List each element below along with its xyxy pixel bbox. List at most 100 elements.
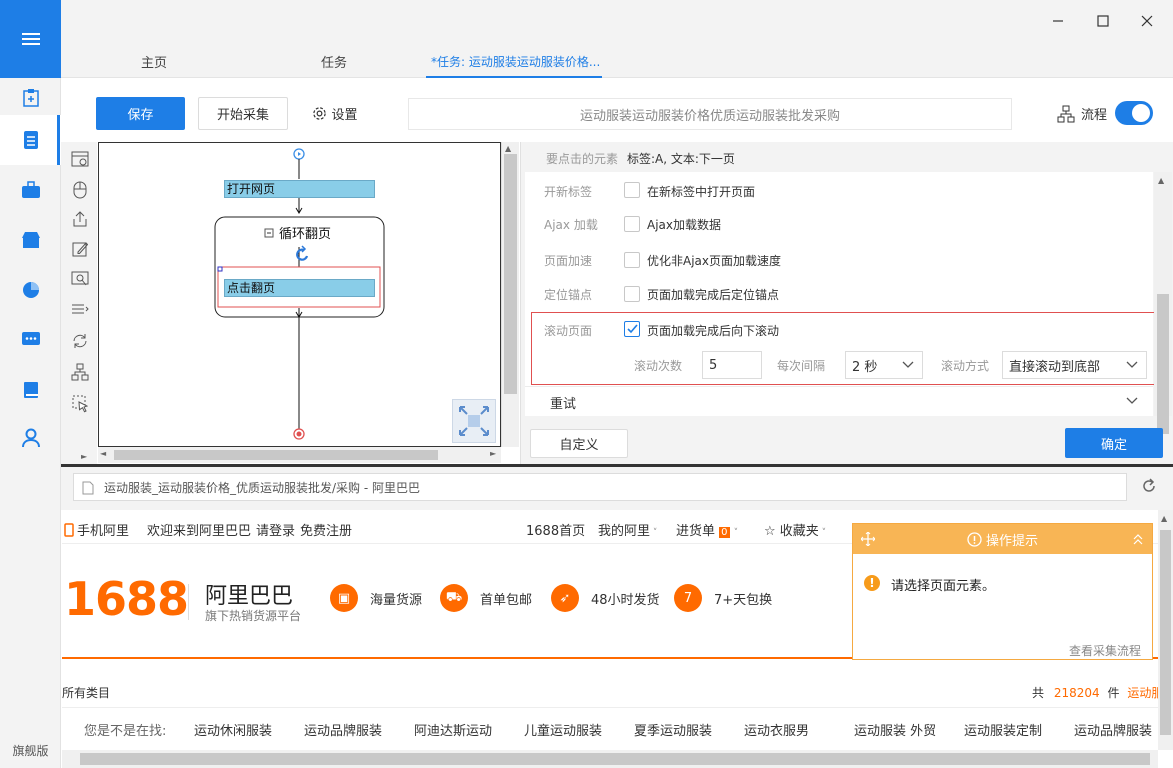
message-icon[interactable] [0, 320, 61, 360]
web-scrollbar-h[interactable] [62, 750, 1158, 768]
close-icon[interactable] [1132, 8, 1162, 34]
method-select[interactable]: 直接滚动到底部 [1002, 351, 1147, 379]
user-icon[interactable] [0, 418, 61, 458]
web-scrollbar-v[interactable]: ▲ [1158, 510, 1173, 750]
suggestion-item[interactable]: 运动服装定制 [964, 720, 1042, 739]
home-link[interactable]: 1688首页 [526, 520, 585, 539]
chevron-down-icon [1126, 361, 1138, 368]
ajax-text: Ajax加载数据 [647, 218, 721, 232]
speedup-text: 优化非Ajax页面加载速度 [647, 254, 781, 268]
flow-node-loop-page[interactable]: 循环翻页 [279, 223, 331, 242]
star-icon: ☆ [764, 524, 776, 539]
move-icon[interactable] [861, 532, 875, 546]
custom-button[interactable]: 自定义 [530, 429, 628, 458]
logo-subtitle: 旗下热销货源平台 [205, 609, 302, 623]
tip-header[interactable]: 操作提示 [853, 524, 1152, 554]
feature-label: 首单包邮 [480, 592, 533, 608]
scroll-count-input[interactable]: 5 [702, 351, 762, 379]
all-categories[interactable]: 所有类目 [62, 684, 110, 701]
tab-current-task[interactable]: *任务: 运动服装运动服装价格... [431, 53, 600, 70]
stock-badge: 0 [719, 527, 730, 538]
speedup-checkbox[interactable] [624, 252, 640, 268]
scroll-count-label: 滚动次数 [634, 359, 683, 373]
add-step-icon[interactable] [69, 148, 91, 170]
menu-icon[interactable] [0, 0, 61, 78]
suggestion-item[interactable]: 运动休闲服装 [194, 720, 272, 739]
result-count: 共 218204 件 运动服 [1032, 684, 1158, 701]
input-text-icon[interactable] [69, 238, 91, 260]
task-list-icon[interactable] [0, 115, 61, 165]
feature-label: 48小时发货 [591, 592, 660, 608]
minimize-icon[interactable] [1043, 8, 1073, 34]
settings-button[interactable]: 设置 [302, 97, 368, 130]
tab-home[interactable]: 主页 [141, 52, 167, 71]
store-icon[interactable] [0, 220, 61, 260]
ajax-checkbox[interactable] [624, 216, 640, 232]
flow-tools: ► [61, 142, 97, 464]
scroll-text: 页面加载完成后向下滚动 [647, 324, 780, 338]
branch-icon[interactable] [69, 361, 91, 383]
captcha-icon[interactable] [69, 268, 91, 290]
ajax-label: Ajax 加载 [544, 218, 598, 232]
chevron-down-icon [902, 361, 914, 368]
flow-node-click-page[interactable]: 点击翻页 [224, 279, 375, 297]
suggestion-item[interactable]: 阿迪达斯运动 [414, 720, 492, 739]
info-icon [967, 531, 982, 547]
tip-popup: 操作提示 ! 请选择页面元素。 查看采集流程 [852, 523, 1153, 660]
flow-toggle[interactable] [1115, 101, 1153, 125]
logo-1688[interactable]: 1688 [64, 572, 189, 626]
new-task-icon[interactable] [0, 78, 61, 118]
export-icon[interactable] [69, 208, 91, 230]
my-ali-link[interactable]: 我的阿里 ˅ [598, 520, 657, 539]
flow-node-open-page[interactable]: 打开网页 [224, 180, 375, 198]
collapse-icon[interactable] [1132, 533, 1144, 545]
retry-row[interactable]: 重试 [525, 386, 1153, 416]
flow-canvas[interactable]: 打开网页 循环翻页 点击翻页 [98, 142, 501, 447]
truck-icon: ⛟ [440, 584, 468, 612]
book-icon[interactable] [0, 370, 61, 410]
stock-link[interactable]: 进货单 0 ˅ [676, 520, 738, 539]
canvas-scrollbar-h[interactable]: ◄ ► [98, 447, 501, 463]
interval-label: 每次间隔 [777, 359, 826, 373]
address-bar[interactable]: 运动服装_运动服装价格_优质运动服装批发/采购 - 阿里巴巴 [73, 473, 1127, 501]
login-link[interactable]: 请登录 [256, 520, 295, 539]
box-icon: ▣ [330, 584, 358, 612]
interval-value: 2 秒 [852, 359, 878, 375]
chart-pie-icon[interactable] [0, 270, 61, 310]
refresh-icon[interactable] [1141, 478, 1157, 497]
maximize-icon[interactable] [1088, 8, 1118, 34]
suggestion-item[interactable]: 运动衣服男 [744, 720, 809, 739]
mouse-over-icon[interactable] [69, 393, 91, 415]
suggestion-item[interactable]: 运动品牌服装 [304, 720, 382, 739]
collapse-left-icon[interactable]: ► [81, 452, 87, 461]
suggestion-item[interactable]: 运动品牌服装 [1074, 720, 1152, 739]
method-label: 滚动方式 [941, 359, 990, 373]
tab-tasks[interactable]: 任务 [321, 52, 347, 71]
panel-scrollbar[interactable]: ▲ [1154, 172, 1172, 434]
open-new-tab-text: 在新标签中打开页面 [647, 185, 756, 199]
scroll-checkbox[interactable] [624, 321, 640, 337]
click-element-icon[interactable] [69, 179, 91, 201]
anchor-checkbox[interactable] [624, 286, 640, 302]
confirm-button[interactable]: 确定 [1065, 428, 1163, 458]
suggestion-item[interactable]: 运动服装 外贸 [854, 720, 936, 739]
suggestion-item[interactable]: 夏季运动服装 [634, 720, 712, 739]
open-new-tab-checkbox[interactable] [624, 182, 640, 198]
save-button[interactable]: 保存 [96, 97, 185, 130]
check-icon [627, 324, 638, 334]
warning-icon: ! [864, 575, 880, 591]
canvas-scrollbar-v[interactable]: ▲ [501, 142, 519, 447]
toolbox-icon[interactable] [0, 170, 61, 210]
register-link[interactable]: 免费注册 [300, 520, 352, 539]
suggestion-item[interactable]: 儿童运动服装 [524, 720, 602, 739]
interval-select[interactable]: 2 秒 [845, 351, 923, 379]
favorites-link[interactable]: ☆ 收藏夹 ˅ [764, 520, 826, 539]
logo-alibaba: 阿里巴巴 [205, 584, 294, 609]
view-flow-link[interactable]: 查看采集流程 [1069, 642, 1141, 659]
title-bar: 主页 任务 *任务: 运动服装运动服装价格... [61, 0, 1173, 78]
mobile-ali-link[interactable]: 手机阿里 [64, 520, 129, 539]
loop-icon[interactable] [69, 330, 91, 352]
select-list-icon[interactable] [69, 299, 91, 321]
start-collect-button[interactable]: 开始采集 [198, 97, 288, 130]
fit-view-icon[interactable] [452, 399, 496, 443]
